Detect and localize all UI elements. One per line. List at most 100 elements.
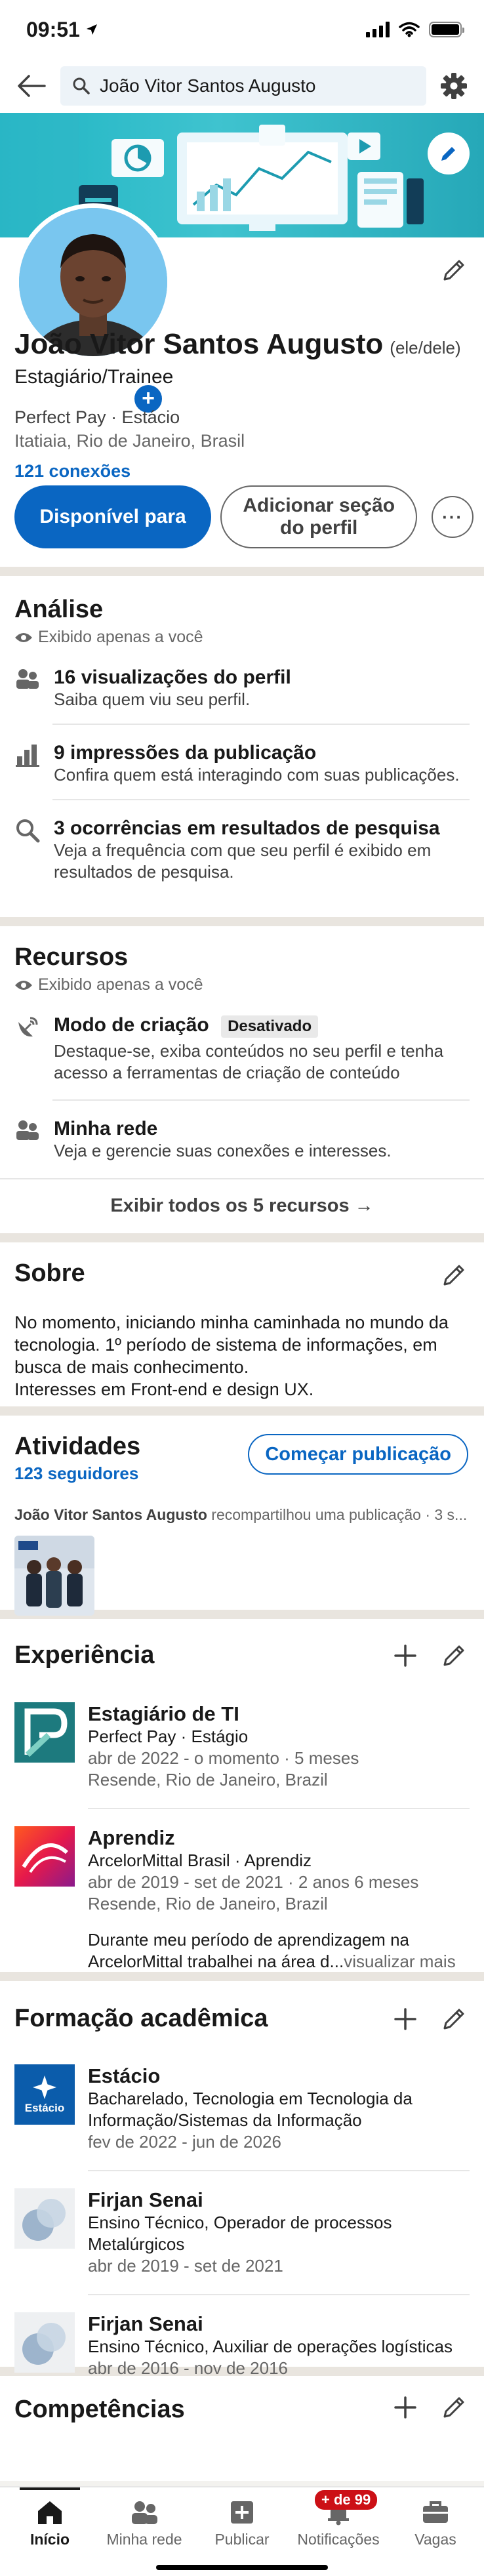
plus-icon	[394, 1645, 416, 1667]
section-separator	[0, 1233, 484, 1242]
education-item[interactable]: Firjan Senai Ensino Técnico, Auxiliar de…	[14, 2312, 470, 2379]
nav-post[interactable]: Publicar	[196, 2497, 288, 2548]
section-separator	[0, 567, 484, 576]
edit-cover-button[interactable]	[428, 133, 470, 174]
analytics-item-profile-views[interactable]: 16 visualizações do perfil Saiba quem vi…	[14, 666, 470, 710]
creator-mode-item[interactable]: Modo de criação Desativado Destaque-se, …	[14, 1014, 470, 1084]
see-more-link[interactable]: visualizar mais	[344, 1952, 456, 1971]
settings-gear-icon[interactable]	[439, 72, 468, 100]
bar-chart-icon	[16, 745, 39, 767]
experience-location: Resende, Rio de Janeiro, Brazil	[88, 1894, 328, 1913]
about-text-interests: Interesses em Front-end e design UX.	[14, 1380, 314, 1399]
education-item[interactable]: Estácio Estácio Bacharelado, Tecnologia …	[14, 2064, 470, 2153]
experience-item[interactable]: Estagiário de TI Perfect Pay · Estágio a…	[14, 1702, 470, 1791]
private-note: Exibido apenas a você	[14, 628, 470, 647]
creator-mode-title: Modo de criação	[54, 1014, 209, 1036]
skills-card: Competências	[0, 2376, 484, 2481]
edit-about-button[interactable]	[435, 1257, 472, 1294]
add-profile-section-button[interactable]: Adicionar seção do perfil	[220, 485, 418, 548]
search-input[interactable]: João Vitor Santos Augusto	[60, 66, 426, 106]
profile-headline: Estagiário/Trainee	[14, 366, 174, 388]
add-skill-button[interactable]	[387, 2389, 424, 2426]
my-network-title: Minha rede	[54, 1118, 158, 1139]
activity-thumbnail[interactable]	[14, 1536, 94, 1616]
nav-label: Minha rede	[106, 2531, 182, 2548]
clock: 09:51	[26, 17, 80, 41]
home-indicator	[156, 2565, 328, 2570]
nav-jobs[interactable]: Vagas	[390, 2497, 481, 2548]
experience-card: Experiência Estagiário de TI Perfect Pay…	[0, 1619, 484, 1972]
bottom-navigation: Início Minha rede Publicar + de 99 Notif…	[0, 2486, 484, 2576]
add-experience-button[interactable]	[387, 1637, 424, 1674]
section-separator	[0, 1972, 484, 1981]
activity-photo	[14, 1536, 94, 1616]
search-header: João Vitor Santos Augusto	[0, 59, 484, 113]
back-arrow-icon[interactable]	[16, 73, 47, 99]
notifications-badge: + de 99	[315, 2490, 378, 2510]
experience-item[interactable]: Aprendiz ArcelorMittal Brasil · Aprendiz…	[14, 1826, 470, 1973]
analytics-title: Análise	[14, 596, 104, 623]
nav-home[interactable]: Início	[4, 2497, 96, 2548]
experience-dates: abr de 2019 - set de 2021 · 2 anos 6 mes…	[88, 1872, 419, 1892]
people-icon	[16, 1120, 39, 1140]
section-separator	[0, 1406, 484, 1416]
nav-my-network[interactable]: Minha rede	[98, 2497, 190, 2548]
education-item[interactable]: Firjan Senai Ensino Técnico, Operador de…	[14, 2188, 470, 2277]
activity-card: Atividades 123 seguidores Começar public…	[0, 1416, 484, 1616]
edit-experience-button[interactable]	[435, 1637, 472, 1674]
divider	[52, 1099, 470, 1101]
nav-label: Início	[30, 2531, 70, 2548]
estacio-logo-text: Estácio	[24, 2102, 65, 2114]
experience-company: Perfect Pay · Estágio	[88, 1727, 249, 1746]
search-icon	[16, 819, 40, 843]
start-post-button[interactable]: Começar publicação	[248, 1434, 468, 1475]
resources-card: Recursos Exibido apenas a você Modo de c…	[0, 926, 484, 1233]
add-education-button[interactable]	[387, 2001, 424, 2037]
my-network-subtitle: Veja e gerencie suas conexões e interess…	[54, 1141, 392, 1160]
plus-icon	[394, 2396, 416, 2419]
arcelormittal-logo	[14, 1826, 75, 1887]
edit-intro-button[interactable]	[435, 252, 472, 289]
perfect-pay-logo	[14, 1702, 75, 1763]
edit-education-button[interactable]	[435, 2001, 472, 2037]
pencil-icon	[443, 2397, 464, 2418]
profile-intro-card: + João Vitor Santos Augusto (ele/dele) E…	[0, 113, 484, 567]
status-bar: 09:51	[0, 0, 484, 59]
creator-mode-subtitle: Destaque-se, exiba conteúdos no seu perf…	[54, 1041, 444, 1082]
show-all-resources-button[interactable]: Exibir todos os 5 recursos →	[0, 1178, 484, 1233]
analytics-item-search-appearances[interactable]: 3 ocorrências em resultados de pesquisa …	[14, 817, 470, 883]
divider	[52, 724, 470, 725]
search-icon	[73, 77, 90, 94]
education-degree: Ensino Técnico, Operador de processos Me…	[88, 2213, 392, 2254]
more-options-button[interactable]: ···	[432, 496, 474, 538]
divider	[52, 799, 470, 800]
pencil-icon	[443, 1265, 464, 1286]
my-network-item[interactable]: Minha rede Veja e gerencie suas conexões…	[14, 1118, 470, 1162]
experience-location: Resende, Rio de Janeiro, Brazil	[88, 1770, 328, 1789]
status-time: 09:51	[26, 18, 98, 42]
profile-details: João Vitor Santos Augusto (ele/dele) Est…	[14, 328, 474, 483]
satellite-dish-icon	[18, 1017, 38, 1037]
education-card: Formação acadêmica Estácio Estácio Bacha…	[0, 1981, 484, 2378]
education-degree: Bacharelado, Tecnologia em Tecnologia da…	[88, 2089, 413, 2130]
profile-actions: Disponível para Adicionar seção do perfi…	[14, 485, 474, 548]
nav-notifications[interactable]: + de 99 Notificações	[292, 2490, 384, 2548]
analytics-item-title: 9 impressões da publicação	[54, 742, 317, 764]
pencil-icon	[443, 260, 464, 281]
activity-item-header[interactable]: João Vitor Santos Augusto recompartilhou…	[14, 1506, 470, 1524]
divider	[88, 2294, 470, 2295]
edit-skills-button[interactable]	[435, 2389, 472, 2426]
open-to-button[interactable]: Disponível para	[14, 485, 212, 548]
active-tab-indicator	[20, 2487, 80, 2490]
connections-link[interactable]: 121 conexões	[14, 459, 474, 483]
education-dates: fev de 2022 - jun de 2026	[88, 2132, 281, 2152]
education-school: Firjan Senai	[88, 2188, 203, 2211]
divider	[88, 1808, 470, 1809]
analytics-item-subtitle: Veja a frequência com que seu perfil é e…	[54, 840, 432, 882]
battery-icon	[429, 22, 464, 37]
creator-mode-status-badge: Desativado	[221, 1015, 319, 1038]
post-icon	[231, 2501, 253, 2524]
analytics-item-subtitle: Confira quem está interagindo com suas p…	[54, 765, 460, 785]
education-school: Estácio	[88, 2064, 161, 2087]
analytics-item-impressions[interactable]: 9 impressões da publicação Confira quem …	[14, 742, 470, 786]
